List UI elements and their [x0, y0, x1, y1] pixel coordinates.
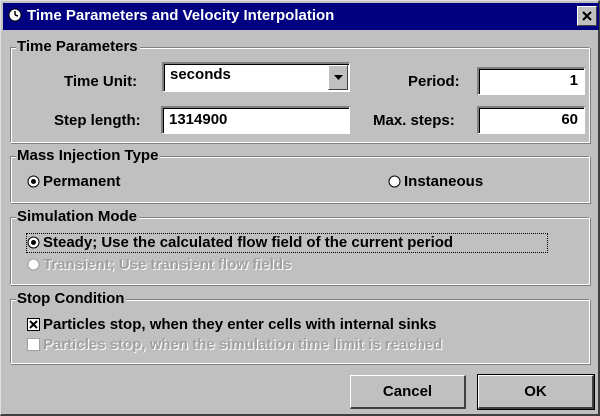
stop-condition-title: Stop Condition	[16, 290, 127, 307]
time-parameters-title: Time Parameters	[16, 38, 140, 55]
instaneous-label: Instaneous	[404, 173, 484, 190]
checkbox-unchecked-icon	[27, 338, 40, 351]
transient-label: Transient; Use transient flow fields	[43, 256, 292, 273]
close-icon	[582, 11, 592, 21]
time-unit-label: Time Unit:	[64, 73, 138, 90]
steady-label: Steady; Use the calculated flow field of…	[43, 234, 454, 251]
dialog-window: Time Parameters and Velocity Interpolati…	[0, 0, 600, 416]
simulation-mode-title: Simulation Mode	[16, 208, 139, 225]
time-unit-dropdown-button[interactable]	[328, 65, 348, 90]
max-steps-input[interactable]: 60	[477, 106, 585, 134]
ok-button[interactable]: OK	[477, 374, 595, 410]
stop-time-limit-label: Particles stop, when the simulation time…	[43, 336, 443, 353]
stop-condition-group: Stop Condition Particles stop, when they…	[10, 291, 590, 364]
step-length-input[interactable]: 1314900	[161, 106, 350, 134]
max-steps-label: Max. steps:	[373, 112, 455, 129]
chevron-down-icon	[334, 75, 343, 80]
period-input[interactable]: 1	[477, 67, 585, 95]
stop-internal-sinks-label: Particles stop, when they enter cells wi…	[43, 316, 437, 333]
steady-radio[interactable]: Steady; Use the calculated flow field of…	[26, 233, 548, 253]
simulation-mode-group: Simulation Mode Steady; Use the calculat…	[10, 209, 590, 285]
title-bar[interactable]: Time Parameters and Velocity Interpolati…	[3, 3, 599, 30]
checkbox-checked-icon	[27, 318, 40, 331]
time-unit-value: seconds	[170, 66, 231, 83]
radio-unselected-icon	[27, 258, 40, 271]
window-title: Time Parameters and Velocity Interpolati…	[27, 7, 335, 24]
radio-selected-icon	[27, 236, 40, 249]
step-length-label: Step length:	[54, 112, 141, 129]
radio-selected-icon	[27, 175, 40, 188]
time-parameters-group: Time Parameters Time Unit: seconds Step …	[10, 39, 590, 143]
mass-injection-title: Mass Injection Type	[16, 147, 161, 164]
mass-injection-group: Mass Injection Type Permanent Instaneous	[10, 148, 590, 203]
permanent-label: Permanent	[43, 173, 121, 190]
cancel-button[interactable]: Cancel	[350, 375, 466, 409]
close-button[interactable]	[577, 6, 597, 26]
period-label: Period:	[408, 73, 460, 90]
app-icon	[8, 8, 22, 22]
radio-unselected-icon	[388, 175, 401, 188]
time-unit-combo[interactable]: seconds	[162, 62, 350, 92]
